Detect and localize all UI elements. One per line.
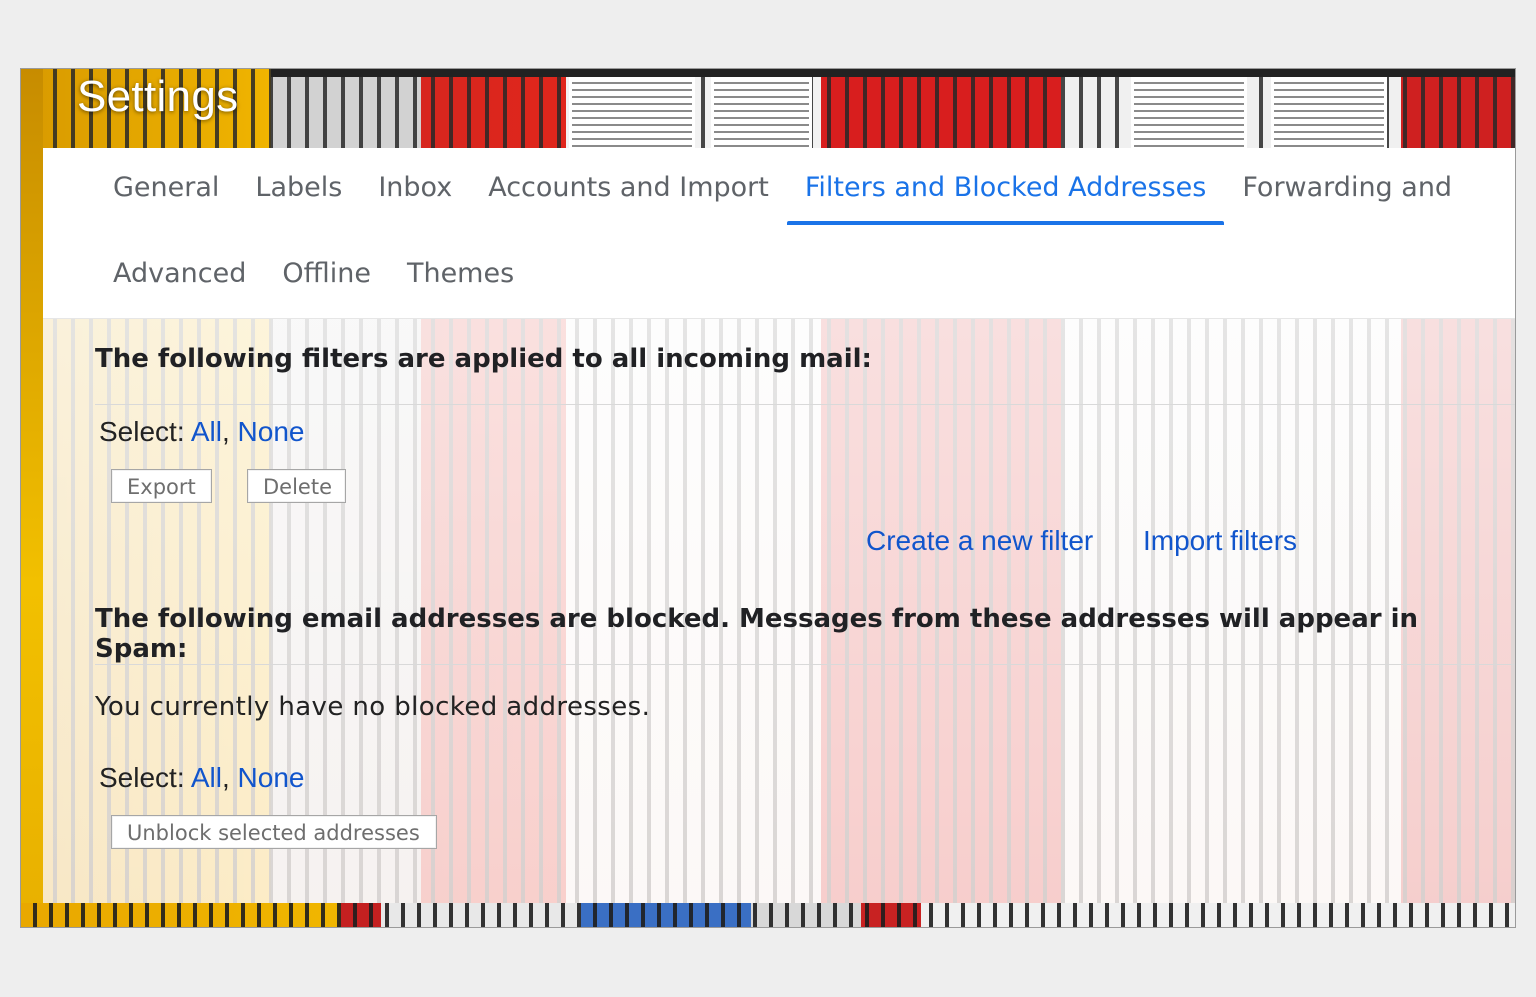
no-blocked-addresses-message: You currently have no blocked addresses. [95,692,651,722]
filters-heading: The following filters are applied to all… [95,344,872,374]
blocked-heading: The following email addresses are blocke… [95,604,1419,664]
blocked-select-none-link[interactable]: None [238,762,305,793]
filters-select-row: Select: All, None [99,416,304,448]
tab-inbox[interactable]: Inbox [360,148,470,225]
blocked-select-label: Select: [99,762,191,793]
tab-forwarding[interactable]: Forwarding and [1224,148,1470,225]
tab-advanced[interactable]: Advanced [95,234,264,311]
tab-accounts-and-import[interactable]: Accounts and Import [470,148,787,225]
filters-select-none-link[interactable]: None [238,416,305,447]
theme-shutter [569,77,695,157]
filters-select-separator: , [221,416,230,447]
theme-shutter [711,77,812,157]
theme-balcony-rail [271,69,1515,77]
filters-select-label: Select: [99,416,191,447]
tab-row-2: Advanced Offline Themes [95,234,532,311]
page-title: Settings [77,72,239,121]
blocked-select-separator: , [221,762,230,793]
tab-themes[interactable]: Themes [389,234,532,311]
theme-shutter [1131,77,1247,157]
tab-offline[interactable]: Offline [264,234,389,311]
blocked-select-all-link[interactable]: All [191,762,222,793]
blocked-select-row: Select: All, None [99,762,304,794]
settings-panel: General Labels Inbox Accounts and Import… [43,148,1515,903]
theme-bottom-band [21,903,1515,927]
tab-labels[interactable]: Labels [237,148,360,225]
blocked-divider [95,664,1515,665]
theme-left-strip [21,69,43,927]
theme-shutter [1271,77,1387,157]
delete-button[interactable]: Delete [247,469,346,503]
unblock-selected-button[interactable]: Unblock selected addresses [111,815,437,849]
gmail-settings-window: Settings General Labels Inbox Accounts a… [20,68,1516,928]
settings-tabs: General Labels Inbox Accounts and Import… [43,148,1515,319]
tab-row-1: General Labels Inbox Accounts and Import… [95,148,1470,225]
filters-divider [95,404,1515,405]
filters-select-all-link[interactable]: All [191,416,222,447]
import-filters-link[interactable]: Import filters [1143,525,1297,557]
create-new-filter-link[interactable]: Create a new filter [866,525,1093,557]
tab-filters-and-blocked-addresses[interactable]: Filters and Blocked Addresses [786,148,1225,225]
tab-general[interactable]: General [95,148,237,225]
export-button[interactable]: Export [111,469,212,503]
